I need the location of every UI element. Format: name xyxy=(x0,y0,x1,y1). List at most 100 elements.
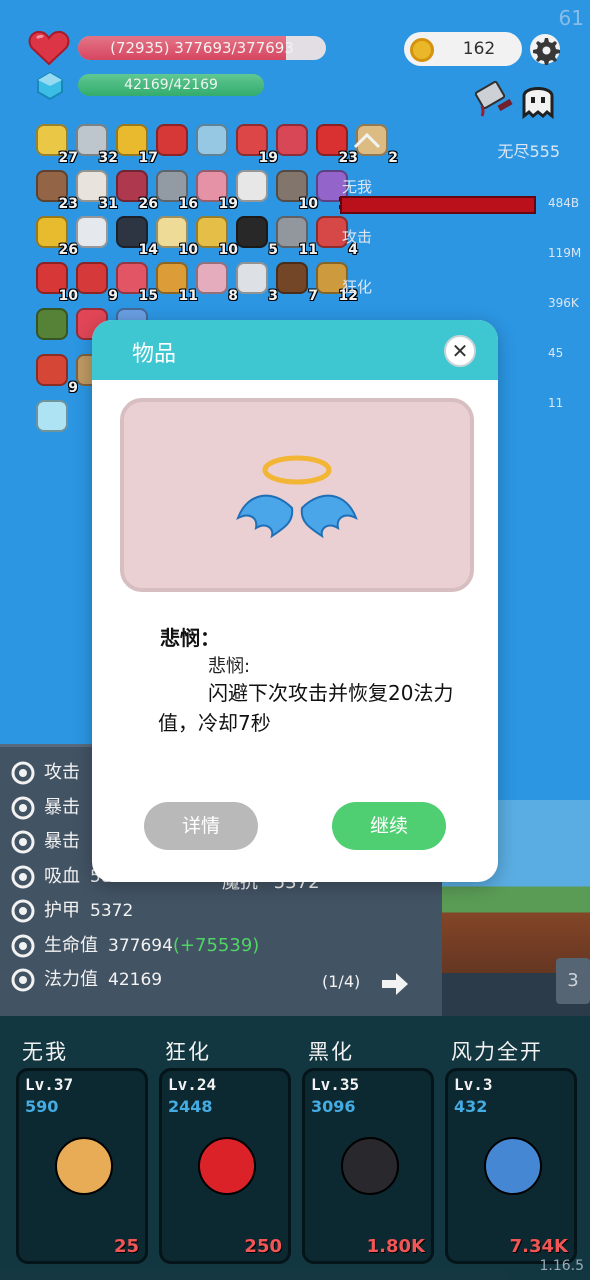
star-card-item[interactable]: 27 xyxy=(34,122,78,166)
settings-gear-icon[interactable] xyxy=(528,32,562,66)
apple-item[interactable]: 23 xyxy=(314,122,358,166)
skill-card[interactable]: Lv.35 3096 1.80K xyxy=(302,1068,434,1264)
coconut-item[interactable]: 7 xyxy=(274,260,318,304)
ice-cream-item[interactable]: 8 xyxy=(194,260,238,304)
item-image-box xyxy=(120,398,474,592)
egg-item[interactable]: 10 xyxy=(154,214,198,258)
crystal-item[interactable] xyxy=(34,398,72,436)
sword-item[interactable]: 32 xyxy=(74,122,118,166)
milk-item[interactable] xyxy=(234,168,272,206)
item-subtitle: 悲悯: xyxy=(208,656,251,677)
halo-wings-icon xyxy=(236,455,358,539)
stats-pager: (1/4) xyxy=(322,972,361,991)
pill-item[interactable]: 15 xyxy=(114,260,158,304)
wings-icon xyxy=(76,216,108,248)
skill-cost: 7.34K xyxy=(509,1236,568,1257)
skill-card[interactable]: Lv.24 2448 250 xyxy=(159,1068,291,1264)
burst-icon xyxy=(10,829,36,855)
hp-heart-icon xyxy=(28,30,70,66)
watermelon-item[interactable] xyxy=(274,122,312,160)
skill-card[interactable]: Lv.37 590 25 xyxy=(16,1068,148,1264)
spike-ball-item[interactable]: 11 xyxy=(274,214,318,258)
skill-card[interactable]: Lv.3 432 7.34K xyxy=(445,1068,577,1264)
skill-level: Lv.37 xyxy=(25,1075,74,1094)
version-label: 1.16.5 xyxy=(539,1258,584,1274)
stat-label: 暴击 xyxy=(44,796,80,818)
chevron-up-icon[interactable] xyxy=(352,130,382,150)
book-item[interactable]: 11 xyxy=(154,260,198,304)
elephant-item[interactable]: 16 xyxy=(154,168,198,212)
skill-name: 黑化 xyxy=(308,1040,354,1064)
bomb-icon xyxy=(236,216,268,248)
cleaver-icon[interactable] xyxy=(472,80,516,120)
gift-item[interactable]: 9 xyxy=(34,352,78,396)
coconut-icon xyxy=(276,262,308,294)
next-page-arrow-icon[interactable] xyxy=(380,970,410,998)
close-button[interactable]: ✕ xyxy=(444,335,476,367)
fps-counter: 61 xyxy=(558,6,584,30)
dark-tree-icon xyxy=(341,1137,399,1195)
skill-cost: 250 xyxy=(244,1236,282,1257)
ice-cream-icon xyxy=(196,262,228,294)
hexagon-icon xyxy=(10,967,36,993)
coin-amount: 162 xyxy=(462,39,496,59)
strawberry-item[interactable]: 10 xyxy=(34,260,78,304)
skill-value: 432 xyxy=(454,1097,488,1116)
stat-row: 暴击 xyxy=(10,793,90,827)
ghost-icon[interactable] xyxy=(518,80,558,120)
damage-list-value: 119M xyxy=(548,246,582,260)
grenade-item[interactable] xyxy=(34,306,72,344)
jam-jar-item[interactable]: 26 xyxy=(114,168,158,212)
continue-button[interactable]: 继续 xyxy=(332,802,446,850)
crystal-icon xyxy=(36,400,68,432)
mp-text: 42169/42169 xyxy=(124,77,218,93)
damage-list-value: 396K xyxy=(548,296,579,310)
stat-label: 暴击 xyxy=(44,831,80,852)
skill-level: Lv.3 xyxy=(454,1075,493,1094)
shield-round-item[interactable]: 23 xyxy=(34,168,78,212)
item-count: 2 xyxy=(388,150,398,166)
eye-hand-icon xyxy=(55,1137,113,1195)
damage-list-label: 狂化 xyxy=(342,278,373,296)
cloud-item[interactable]: 3 xyxy=(234,260,278,304)
crown-item[interactable]: 26 xyxy=(34,214,78,258)
side-tab[interactable]: 3 xyxy=(556,958,590,1004)
demon-skull-icon xyxy=(10,864,36,890)
flower-item[interactable]: 31 xyxy=(74,168,118,212)
hp-text: (72935) 377693/377693 xyxy=(110,39,294,57)
magnifier-icon xyxy=(196,124,228,156)
bomb-item[interactable]: 5 xyxy=(234,214,278,258)
coin-icon xyxy=(410,38,434,62)
potion-bottle-item[interactable]: 19 xyxy=(194,168,238,212)
skill-value: 2448 xyxy=(168,1097,213,1116)
axe-icon xyxy=(10,760,36,786)
sock-item[interactable]: 19 xyxy=(234,122,278,166)
magnet-item[interactable] xyxy=(154,122,192,160)
wings-item[interactable] xyxy=(74,214,112,252)
modal-title: 物品 xyxy=(132,342,177,367)
stat-value: 5372 xyxy=(90,901,134,921)
close-icon: ✕ xyxy=(451,339,469,363)
skill-name: 风力全开 xyxy=(451,1040,543,1064)
red-splat-icon xyxy=(198,1137,256,1195)
skill-value: 3096 xyxy=(311,1097,356,1116)
grenade-icon xyxy=(36,308,68,340)
damage-list-value: 11 xyxy=(548,396,564,410)
stat-label: 护甲 xyxy=(44,900,80,921)
details-button[interactable]: 详情 xyxy=(144,802,258,850)
stat-label: 吸血 xyxy=(44,865,80,887)
magnifier-item[interactable] xyxy=(194,122,232,160)
cloud-icon xyxy=(236,262,268,294)
feather-icon xyxy=(484,1137,542,1195)
halo-item[interactable]: 10 xyxy=(194,214,238,258)
bat-item[interactable]: 14 xyxy=(114,214,158,258)
skill-cost: 25 xyxy=(113,1236,139,1257)
stat-bonus: (+75539) xyxy=(172,934,260,956)
mushroom-item[interactable]: 9 xyxy=(74,260,118,304)
skill-name: 无我 xyxy=(22,1040,68,1064)
sun-item[interactable]: 17 xyxy=(114,122,158,166)
mushroom-icon xyxy=(76,262,108,294)
door-item[interactable]: 10 xyxy=(274,168,318,212)
stat-label: 法力值 xyxy=(44,969,98,990)
damage-list-value: 484B xyxy=(548,196,580,210)
